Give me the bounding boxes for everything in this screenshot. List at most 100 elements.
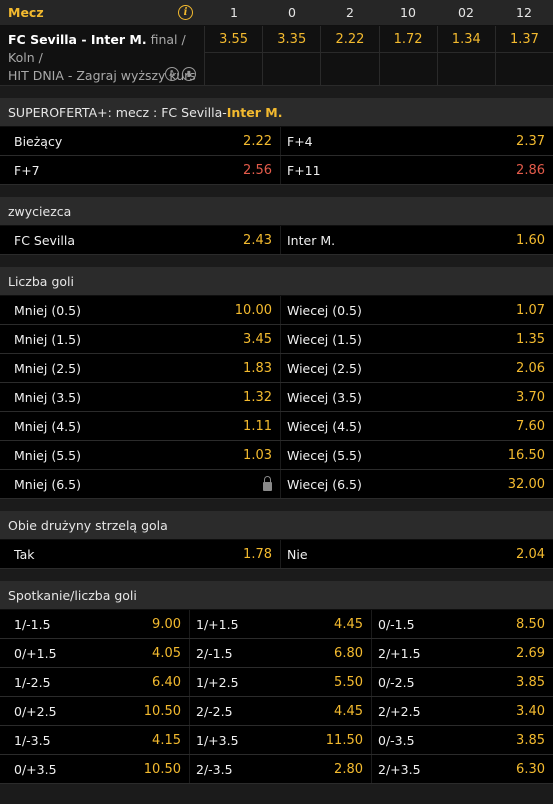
bet-option[interactable]: 2/-2.5 4.45 — [189, 697, 371, 725]
bet-odd[interactable]: 10.50 — [144, 762, 181, 777]
bet-odd[interactable]: 2.69 — [516, 646, 545, 661]
bet-option[interactable]: Mniej (3.5) 1.32 — [0, 383, 280, 411]
bet-odd[interactable]: 4.05 — [152, 646, 181, 661]
bet-option[interactable]: 2/-3.5 2.80 — [189, 755, 371, 783]
bet-option[interactable]: 1/+3.5 11.50 — [189, 726, 371, 754]
bet-odd[interactable]: 3.85 — [516, 675, 545, 690]
bet-option[interactable]: F+4 2.37 — [280, 127, 553, 155]
bet-odd[interactable]: 1.83 — [243, 361, 272, 376]
odd-value[interactable]: 3.55 — [205, 26, 263, 53]
odd-cell[interactable]: 2.22 — [321, 26, 380, 85]
bet-option[interactable]: Mniej (1.5) 3.45 — [0, 325, 280, 353]
bet-odd[interactable]: 9.00 — [152, 617, 181, 632]
bet-option[interactable]: 2/-1.5 6.80 — [189, 639, 371, 667]
bet-option[interactable]: 1/+1.5 4.45 — [189, 610, 371, 638]
odd-cell[interactable]: 1.34 — [437, 26, 496, 85]
bet-odd[interactable]: 10.50 — [144, 704, 181, 719]
bet-odd[interactable]: 3.45 — [243, 332, 272, 347]
bet-odd[interactable]: 10.00 — [235, 303, 272, 318]
bet-option[interactable]: Tak 1.78 — [0, 540, 280, 568]
bet-option[interactable]: Nie 2.04 — [280, 540, 553, 568]
bet-option[interactable]: 0/-1.5 8.50 — [371, 610, 553, 638]
odd-value[interactable]: 1.37 — [495, 26, 553, 53]
bet-option[interactable]: Bieżący 2.22 — [0, 127, 280, 155]
bet-odd[interactable]: 3.85 — [516, 733, 545, 748]
bet-odd[interactable]: 6.30 — [516, 762, 545, 777]
bet-label: 0/-1.5 — [378, 616, 415, 632]
bet-row: Tak 1.78 Nie 2.04 — [0, 540, 553, 569]
bet-option[interactable]: 0/-3.5 3.85 — [371, 726, 553, 754]
bet-option[interactable]: Mniej (0.5) 10.00 — [0, 296, 280, 324]
odd-value[interactable]: 1.34 — [437, 26, 495, 53]
bet-option[interactable]: 2/+1.5 2.69 — [371, 639, 553, 667]
bet-odd[interactable]: 2.06 — [516, 361, 545, 376]
bet-odd[interactable]: 1.60 — [516, 233, 545, 248]
bet-odd[interactable]: 2.37 — [516, 134, 545, 149]
odd-cell[interactable]: 3.55 — [205, 26, 264, 85]
bet-odd[interactable]: 7.60 — [516, 419, 545, 434]
bet-row: 0/+3.5 10.50 2/-3.5 2.80 2/+3.5 6.30 — [0, 755, 553, 784]
bet-odd[interactable]: 5.50 — [334, 675, 363, 690]
bet-odd[interactable]: 6.40 — [152, 675, 181, 690]
bet-option[interactable]: FC Sevilla 2.43 — [0, 226, 280, 254]
bet-option[interactable]: Wiecej (2.5) 2.06 — [280, 354, 553, 382]
bet-odd[interactable]: 2.56 — [243, 163, 272, 178]
bet-option[interactable]: Inter M. 1.60 — [280, 226, 553, 254]
bet-option[interactable]: 0/+3.5 10.50 — [0, 755, 189, 783]
bet-option[interactable]: 2/+3.5 6.30 — [371, 755, 553, 783]
bet-odd[interactable]: 4.15 — [152, 733, 181, 748]
bet-odd[interactable]: 1.35 — [516, 332, 545, 347]
bet-odd[interactable]: 3.40 — [516, 704, 545, 719]
bet-odd[interactable]: 1.11 — [243, 419, 272, 434]
bet-odd[interactable]: 1.32 — [243, 390, 272, 405]
bet-odd[interactable]: 2.22 — [243, 134, 272, 149]
bet-odd[interactable]: 8.50 — [516, 617, 545, 632]
odd-cell[interactable]: 1.72 — [379, 26, 438, 85]
bet-odd[interactable]: 2.86 — [516, 163, 545, 178]
bet-odd[interactable]: 1.07 — [516, 303, 545, 318]
bet-option[interactable]: 0/+1.5 4.05 — [0, 639, 189, 667]
bet-option[interactable]: Wiecej (3.5) 3.70 — [280, 383, 553, 411]
stats-icon[interactable]: ▮ — [182, 67, 196, 81]
bet-option[interactable]: Mniej (4.5) 1.11 — [0, 412, 280, 440]
bet-odd[interactable]: 1.78 — [243, 547, 272, 562]
bet-odd[interactable]: 6.80 — [334, 646, 363, 661]
odd-cell[interactable]: 3.35 — [263, 26, 322, 85]
bet-odd[interactable]: 2.43 — [243, 233, 272, 248]
bet-option[interactable]: 1/+2.5 5.50 — [189, 668, 371, 696]
bet-option[interactable]: 0/+2.5 10.50 — [0, 697, 189, 725]
bet-odd[interactable]: 32.00 — [508, 477, 545, 492]
info-icon[interactable]: i — [178, 5, 193, 20]
live-tracker-icon[interactable]: A — [165, 67, 179, 81]
bet-option[interactable]: Wiecej (6.5) 32.00 — [280, 470, 553, 498]
bet-option[interactable]: Wiecej (1.5) 1.35 — [280, 325, 553, 353]
bet-option[interactable]: 2/+2.5 3.40 — [371, 697, 553, 725]
bet-option[interactable]: F+7 2.56 — [0, 156, 280, 184]
bet-option[interactable]: Wiecej (0.5) 1.07 — [280, 296, 553, 324]
bet-option[interactable]: 1/-1.5 9.00 — [0, 610, 189, 638]
bet-odd[interactable]: 2.04 — [516, 547, 545, 562]
match-info[interactable]: FC Sevilla - Inter M. final / Koln / HIT… — [0, 26, 205, 85]
bet-odd[interactable]: 16.50 — [508, 448, 545, 463]
bet-option[interactable]: F+11 2.86 — [280, 156, 553, 184]
odd-cell[interactable]: 1.37 — [495, 26, 553, 85]
bet-odd[interactable]: 1.03 — [243, 448, 272, 463]
bet-option[interactable]: 1/-3.5 4.15 — [0, 726, 189, 754]
bet-odd[interactable]: 4.45 — [334, 704, 363, 719]
bet-option[interactable]: 0/-2.5 3.85 — [371, 668, 553, 696]
odd-value[interactable]: 2.22 — [321, 26, 379, 53]
bet-option[interactable]: Mniej (5.5) 1.03 — [0, 441, 280, 469]
bet-option[interactable]: Wiecej (4.5) 7.60 — [280, 412, 553, 440]
odd-value[interactable]: 3.35 — [263, 26, 321, 53]
odd-value[interactable]: 1.72 — [379, 26, 437, 53]
bet-option[interactable]: Wiecej (5.5) 16.50 — [280, 441, 553, 469]
bet-odd[interactable]: 2.80 — [334, 762, 363, 777]
bet-label: 1/-1.5 — [14, 616, 51, 632]
bet-odd[interactable]: 3.70 — [516, 390, 545, 405]
col-header-1: 1 — [230, 5, 238, 20]
bet-option[interactable]: Mniej (6.5) — [0, 470, 280, 498]
bet-odd[interactable]: 4.45 — [334, 617, 363, 632]
bet-odd[interactable]: 11.50 — [326, 733, 363, 748]
bet-option[interactable]: Mniej (2.5) 1.83 — [0, 354, 280, 382]
bet-option[interactable]: 1/-2.5 6.40 — [0, 668, 189, 696]
